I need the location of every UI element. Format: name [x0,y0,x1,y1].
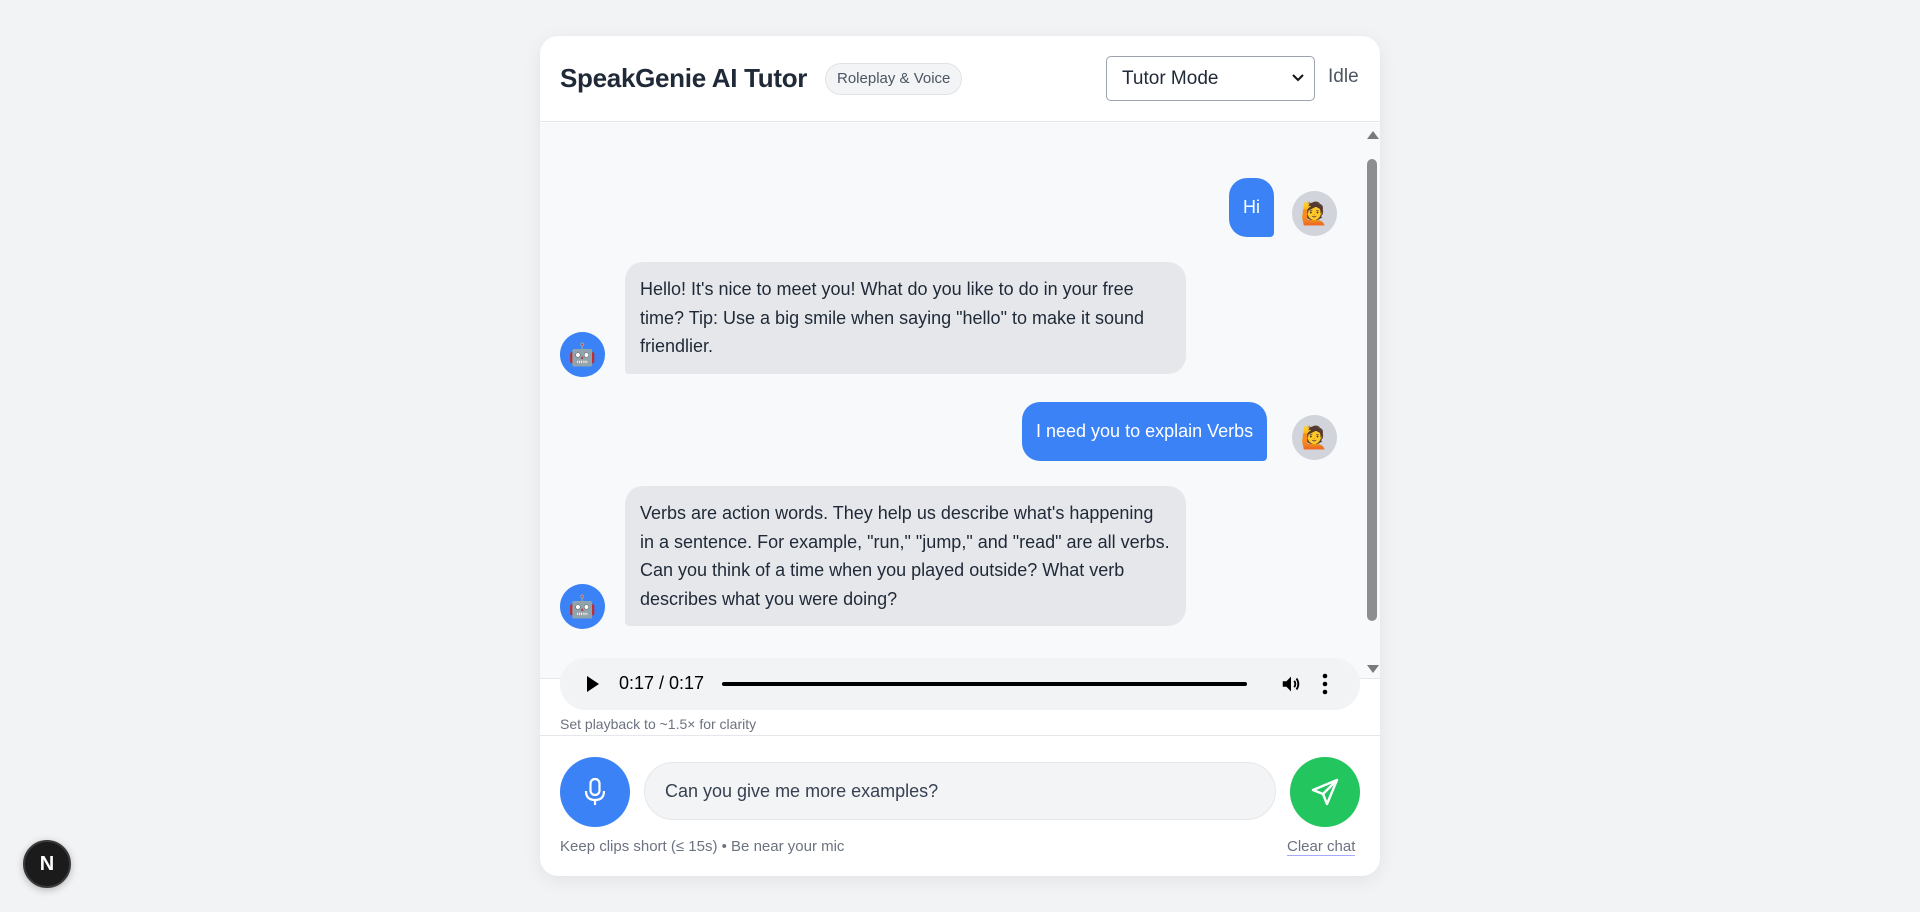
scroll-down-arrow-icon[interactable] [1367,665,1379,673]
more-options-icon[interactable] [1322,672,1328,696]
chat-card: SpeakGenie AI Tutor Roleplay & Voice Tut… [540,36,1380,876]
user-avatar: 🙋 [1292,191,1337,236]
message-input[interactable]: Can you give me more examples? [644,762,1276,820]
microphone-icon [584,777,606,805]
mode-select-value: Tutor Mode [1122,68,1219,89]
volume-icon[interactable] [1280,673,1302,695]
header: SpeakGenie AI Tutor Roleplay & Voice Tut… [540,36,1380,122]
user-message: I need you to explain Verbs [1022,402,1268,461]
scroll-thumb[interactable] [1367,159,1377,621]
status-text: Idle [1328,66,1359,87]
chevron-down-icon [1292,74,1304,82]
bot-avatar: 🤖 [560,332,605,377]
playback-hint: Set playback to ~1.5× for clarity [560,716,757,732]
footer-note: Keep clips short (≤ 15s) • Be near your … [560,838,845,855]
dev-tools-badge[interactable]: N [23,840,71,888]
user-message: Hi [1229,178,1274,237]
user-avatar: 🙋 [1292,415,1337,460]
scroll-up-arrow-icon[interactable] [1367,131,1379,139]
send-icon [1311,778,1339,806]
bot-message: Hello! It's nice to meet you! What do yo… [625,262,1186,374]
app-title: SpeakGenie AI Tutor [560,63,808,93]
play-icon[interactable] [587,676,599,692]
audio-time: 0:17 / 0:17 [619,673,705,693]
bot-avatar: 🤖 [560,584,605,629]
audio-player: 0:17 / 0:17 [560,658,1360,710]
clear-chat-link[interactable]: Clear chat [1287,838,1356,856]
mode-badge: Roleplay & Voice [825,63,963,95]
send-button[interactable] [1290,757,1360,827]
mode-select[interactable]: Tutor Mode [1106,56,1315,101]
divider [540,735,1380,736]
chat-messages: Hi 🙋 🤖 Hello! It's nice to meet you! Wha… [540,123,1380,679]
mic-button[interactable] [560,757,630,827]
audio-progress-bar[interactable] [722,682,1247,686]
bot-message: Verbs are action words. They help us des… [625,486,1186,626]
chat-scrollbar[interactable] [1363,123,1380,679]
